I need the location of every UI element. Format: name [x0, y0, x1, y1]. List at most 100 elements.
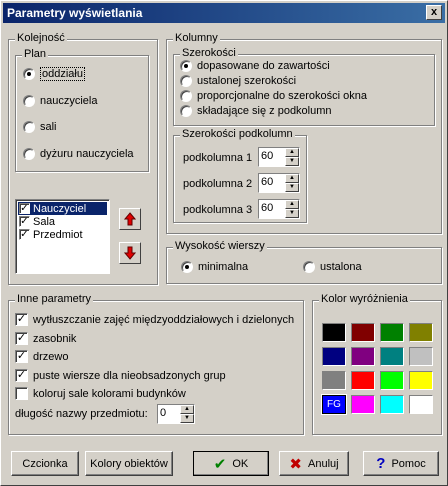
color-swatch[interactable]: [380, 371, 404, 390]
color-swatch[interactable]: [351, 371, 375, 390]
radio-plan-oddzialu[interactable]: oddziału: [23, 67, 85, 81]
color-swatch[interactable]: [322, 371, 346, 390]
color-swatch[interactable]: [322, 323, 346, 342]
radio-plan-nauczyciela[interactable]: nauczyciela: [23, 95, 97, 107]
dlugosc-nazwy-stepper[interactable]: 0 ▲ ▼: [157, 404, 195, 424]
check-drzewo[interactable]: ✓ drzewo: [15, 350, 68, 363]
stepper-value[interactable]: 0: [158, 405, 180, 423]
anuluj-button-label: Anuluj: [308, 457, 339, 470]
color-swatch[interactable]: [409, 323, 433, 342]
spin-up-icon[interactable]: ▲: [285, 200, 299, 209]
color-swatch[interactable]: [380, 347, 404, 366]
radio-label: ustalona: [320, 261, 362, 273]
group-szerokosci-label: Szerokości: [180, 47, 238, 59]
check-puste-wiersze[interactable]: ✓ puste wiersze dla nieobsadzonych grup: [15, 369, 226, 382]
list-item-label: Nauczyciel: [33, 202, 87, 215]
list-item-sala[interactable]: ✓ Sala: [18, 215, 107, 228]
checkmark-icon: ✔: [213, 455, 227, 473]
list-item-nauczyciel[interactable]: ✓ Nauczyciel: [18, 202, 107, 215]
group-kolor-label: Kolor wyróżnienia: [319, 293, 410, 305]
checkbox-icon[interactable]: ✓: [19, 216, 30, 227]
podkolumna-1-stepper[interactable]: 60 ▲ ▼: [258, 147, 300, 167]
radio-indicator: [23, 121, 35, 133]
dlugosc-nazwy-label: długość nazwy przedmiotu:: [15, 408, 148, 420]
spin-up-icon[interactable]: ▲: [180, 405, 194, 414]
stepper-value[interactable]: 60: [259, 200, 285, 218]
list-item-label: Sala: [33, 215, 56, 228]
radio-plan-sali[interactable]: sali: [23, 121, 57, 133]
arrow-down-icon: [124, 246, 136, 260]
stepper-value[interactable]: 60: [259, 148, 285, 166]
spin-down-icon[interactable]: ▼: [180, 414, 194, 423]
window-title: Parametry wyświetlania: [7, 6, 143, 20]
group-kolumny-label: Kolumny: [173, 32, 220, 44]
czcionka-button[interactable]: Czcionka: [11, 451, 79, 476]
group-inne-label: Inne parametry: [15, 293, 93, 305]
radio-szer-podkolumn[interactable]: składające się z podkolumn: [180, 105, 332, 117]
radio-indicator: [180, 60, 192, 72]
spin-down-icon[interactable]: ▼: [285, 209, 299, 218]
move-up-button[interactable]: [119, 208, 141, 230]
podkolumna-2-stepper[interactable]: 60 ▲ ▼: [258, 173, 300, 193]
color-swatch[interactable]: [409, 395, 433, 414]
spin-up-icon[interactable]: ▲: [285, 148, 299, 157]
radio-wys-minimalna[interactable]: minimalna: [181, 261, 248, 273]
radio-szer-dopasowane[interactable]: dopasowane do zawartości: [180, 60, 330, 72]
checkbox-icon[interactable]: ✓: [15, 313, 28, 326]
order-listbox[interactable]: ✓ Nauczyciel ✓ Sala ✓ Przedmiot: [15, 199, 110, 274]
radio-wys-ustalona[interactable]: ustalona: [303, 261, 362, 273]
checkbox-icon[interactable]: ✓: [19, 229, 30, 240]
radio-szer-proporcjonalne[interactable]: proporcjonalne do szerokości okna: [180, 90, 367, 102]
kolory-obiektow-button-label: Kolory obiektów: [90, 457, 168, 470]
anuluj-button[interactable]: ✖ Anuluj: [279, 451, 349, 476]
spin-down-icon[interactable]: ▼: [285, 157, 299, 166]
ok-button-label: OK: [232, 457, 249, 470]
radio-indicator: [303, 261, 315, 273]
close-button[interactable]: x: [426, 5, 442, 20]
color-swatch[interactable]: [351, 395, 375, 414]
color-swatch[interactable]: [409, 347, 433, 366]
pomoc-button[interactable]: ? Pomoc: [363, 451, 439, 476]
check-label: puste wiersze dla nieobsadzonych grup: [33, 369, 226, 382]
radio-label: oddziału: [40, 67, 85, 81]
color-swatch[interactable]: [322, 347, 346, 366]
list-item-label: Przedmiot: [33, 228, 83, 241]
color-swatch[interactable]: [351, 347, 375, 366]
checkbox-icon[interactable]: ✓: [15, 350, 28, 363]
list-item-przedmiot[interactable]: ✓ Przedmiot: [18, 228, 107, 241]
radio-label: nauczyciela: [40, 95, 98, 107]
help-icon: ?: [376, 455, 386, 472]
checkbox-icon[interactable]: ✓: [15, 332, 28, 345]
spin-down-icon[interactable]: ▼: [285, 183, 299, 192]
color-swatch[interactable]: [380, 323, 404, 342]
podkolumna-3-stepper[interactable]: 60 ▲ ▼: [258, 199, 300, 219]
stepper-value[interactable]: 60: [259, 174, 285, 192]
pomoc-button-label: Pomoc: [391, 457, 426, 470]
check-koloruj-sale[interactable]: koloruj sale kolorami budynków: [15, 387, 186, 400]
color-swatch[interactable]: [380, 395, 404, 414]
check-zasobnik[interactable]: ✓ zasobnik: [15, 332, 76, 345]
checkbox-icon[interactable]: ✓: [15, 369, 28, 382]
kolory-obiektow-button[interactable]: Kolory obiektów: [85, 451, 173, 476]
radio-label: składające się z podkolumn: [197, 105, 332, 117]
check-wytluszczanie[interactable]: ✓ wytłuszczanie zajęć międzyoddziałowych…: [15, 313, 294, 326]
check-label: wytłuszczanie zajęć międzyoddziałowych i…: [33, 313, 295, 326]
radio-label: sali: [40, 121, 57, 133]
ok-button[interactable]: ✔ OK: [193, 451, 269, 476]
radio-indicator: [181, 261, 193, 273]
check-label: drzewo: [33, 350, 69, 363]
move-down-button[interactable]: [119, 242, 141, 264]
spin-up-icon[interactable]: ▲: [285, 174, 299, 183]
color-swatch[interactable]: FG: [321, 394, 347, 415]
radio-plan-dyzuru[interactable]: dyżuru nauczyciela: [23, 148, 134, 160]
color-swatch[interactable]: [351, 323, 375, 342]
radio-indicator: [23, 68, 35, 80]
checkbox-icon[interactable]: [15, 387, 28, 400]
radio-szer-ustalonej[interactable]: ustalonej szerokości: [180, 75, 296, 87]
radio-indicator: [180, 105, 192, 117]
color-swatch[interactable]: [409, 371, 433, 390]
title-bar: Parametry wyświetlania x: [3, 3, 445, 23]
group-wysokosc-label: Wysokość wierszy: [173, 240, 267, 252]
checkbox-icon[interactable]: ✓: [19, 203, 30, 214]
cancel-x-icon: ✖: [289, 455, 302, 473]
